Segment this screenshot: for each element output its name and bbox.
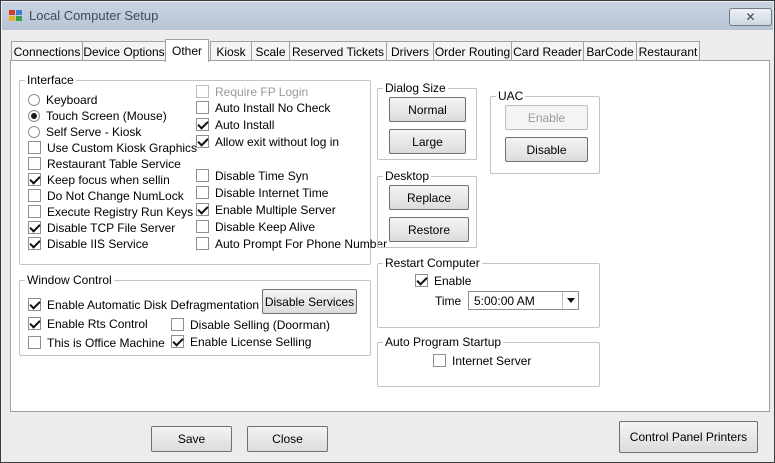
tab-reserved-tickets[interactable]: Reserved Tickets xyxy=(289,41,387,61)
checkbox[interactable] xyxy=(196,220,209,233)
checkbox[interactable] xyxy=(171,335,184,348)
desktop-legend: Desktop xyxy=(383,169,432,183)
tab-connections[interactable]: Connections xyxy=(11,41,83,61)
normal-button[interactable]: Normal xyxy=(389,97,466,122)
window-close-button[interactable]: ✕ xyxy=(729,8,772,26)
checkbox-auto-install-no-check[interactable]: Auto Install No Check xyxy=(196,100,330,115)
tab-kiosk[interactable]: Kiosk xyxy=(210,41,252,61)
checkbox-enable-multiple-server[interactable]: Enable Multiple Server xyxy=(196,202,336,217)
large-button[interactable]: Large xyxy=(389,129,466,154)
checkbox-require-fp-login[interactable]: Require FP Login xyxy=(196,84,308,99)
radio-self-serve-kiosk[interactable]: Self Serve - Kiosk xyxy=(28,124,141,139)
checkbox[interactable] xyxy=(28,189,41,202)
checkbox-enable-license-selling[interactable]: Enable License Selling xyxy=(171,334,311,349)
uac-disable-button[interactable]: Disable xyxy=(505,137,588,162)
checkbox-this-is-office-machine[interactable]: This is Office Machine xyxy=(28,335,165,350)
checkbox[interactable] xyxy=(196,237,209,250)
disable-services-button[interactable]: Disable Services xyxy=(262,289,357,314)
auto-program-startup-legend: Auto Program Startup xyxy=(383,335,504,349)
checkbox-do-not-change-numlock[interactable]: Do Not Change NumLock xyxy=(28,188,184,203)
tab-other[interactable]: Other xyxy=(165,39,209,62)
checkbox-use-custom-kiosk-graphics[interactable]: Use Custom Kiosk Graphics xyxy=(28,140,197,155)
window-control-legend: Window Control xyxy=(25,273,114,287)
checkbox[interactable] xyxy=(196,101,209,114)
replace-button[interactable]: Replace xyxy=(389,185,469,210)
checkbox[interactable] xyxy=(28,205,41,218)
tab-device-options[interactable]: Device Options xyxy=(82,41,166,61)
checkbox-execute-registry-run-keys[interactable]: Execute Registry Run Keys xyxy=(28,204,193,219)
checkbox[interactable] xyxy=(28,317,41,330)
checkbox-restart-enable[interactable]: Enable xyxy=(415,273,471,288)
checkbox[interactable] xyxy=(196,135,209,148)
checkbox[interactable] xyxy=(28,173,41,186)
checkbox-disable-time-syn[interactable]: Disable Time Syn xyxy=(196,168,308,183)
checkbox[interactable] xyxy=(28,298,41,311)
tab-card-reader[interactable]: Card Reader xyxy=(511,41,584,61)
restart-time-select[interactable]: 5:00:00 AM xyxy=(468,291,579,310)
tab-drivers[interactable]: Drivers xyxy=(386,41,434,61)
interface-legend: Interface xyxy=(25,73,76,87)
checkbox-enable-rts-control[interactable]: Enable Rts Control xyxy=(28,316,148,331)
title-bar[interactable]: Local Computer Setup ✕ xyxy=(2,2,773,30)
radio-keyboard[interactable]: Keyboard xyxy=(28,92,97,107)
checkbox-disable-tcp-file-server[interactable]: Disable TCP File Server xyxy=(28,220,175,235)
checkbox[interactable] xyxy=(171,318,184,331)
checkbox[interactable] xyxy=(415,274,428,287)
radio-button[interactable] xyxy=(28,125,40,138)
close-button[interactable]: Close xyxy=(247,426,328,452)
checkbox-disable-iis-service[interactable]: Disable IIS Service xyxy=(28,236,148,251)
uac-enable-button[interactable]: Enable xyxy=(505,105,588,130)
checkbox[interactable] xyxy=(28,237,41,250)
restart-computer-legend: Restart Computer xyxy=(383,256,482,270)
local-computer-setup-window: Local Computer Setup ✕ Connections Devic… xyxy=(0,0,775,463)
chevron-down-icon[interactable] xyxy=(562,292,578,309)
checkbox[interactable] xyxy=(196,203,209,216)
checkbox-enable-automatic-disk-defragmentation[interactable]: Enable Automatic Disk Defragmentation xyxy=(28,297,259,312)
dialog-size-legend: Dialog Size xyxy=(383,81,448,95)
radio-button[interactable] xyxy=(28,93,40,106)
checkbox-disable-selling-doorman[interactable]: Disable Selling (Doorman) xyxy=(171,317,330,332)
tab-scale[interactable]: Scale xyxy=(251,41,290,61)
checkbox[interactable] xyxy=(196,169,209,182)
restore-button[interactable]: Restore xyxy=(389,217,469,242)
save-button[interactable]: Save xyxy=(151,426,232,452)
checkbox-internet-server[interactable]: Internet Server xyxy=(433,353,531,368)
checkbox-auto-install[interactable]: Auto Install xyxy=(196,117,274,132)
checkbox[interactable] xyxy=(196,85,209,98)
tab-restaurant[interactable]: Restaurant xyxy=(636,41,700,61)
checkbox-restaurant-table-service[interactable]: Restaurant Table Service xyxy=(28,156,181,171)
checkbox-disable-internet-time[interactable]: Disable Internet Time xyxy=(196,185,328,200)
time-value: 5:00:00 AM xyxy=(474,293,535,308)
checkbox[interactable] xyxy=(196,118,209,131)
uac-legend: UAC xyxy=(496,89,526,103)
time-label: Time xyxy=(435,294,462,308)
checkbox-disable-keep-alive[interactable]: Disable Keep Alive xyxy=(196,219,315,234)
app-icon xyxy=(9,10,23,22)
close-icon: ✕ xyxy=(745,10,756,24)
radio-button[interactable] xyxy=(28,109,40,122)
checkbox[interactable] xyxy=(196,186,209,199)
window-title: Local Computer Setup xyxy=(29,8,159,23)
checkbox[interactable] xyxy=(28,221,41,234)
tab-barcode[interactable]: BarCode xyxy=(583,41,637,61)
checkbox-auto-prompt-for-phone-number[interactable]: Auto Prompt For Phone Number xyxy=(196,236,387,251)
checkbox-keep-focus-when-selling[interactable]: Keep focus when sellin xyxy=(28,172,170,187)
checkbox[interactable] xyxy=(28,157,41,170)
radio-touch-screen[interactable]: Touch Screen (Mouse) xyxy=(28,108,167,123)
control-panel-printers-button[interactable]: Control Panel Printers xyxy=(619,421,758,453)
tab-order-routing[interactable]: Order Routing xyxy=(433,41,512,61)
checkbox[interactable] xyxy=(28,336,41,349)
checkbox[interactable] xyxy=(433,354,446,367)
checkbox-allow-exit-without-log-in[interactable]: Allow exit without log in xyxy=(196,134,339,149)
checkbox[interactable] xyxy=(28,141,41,154)
